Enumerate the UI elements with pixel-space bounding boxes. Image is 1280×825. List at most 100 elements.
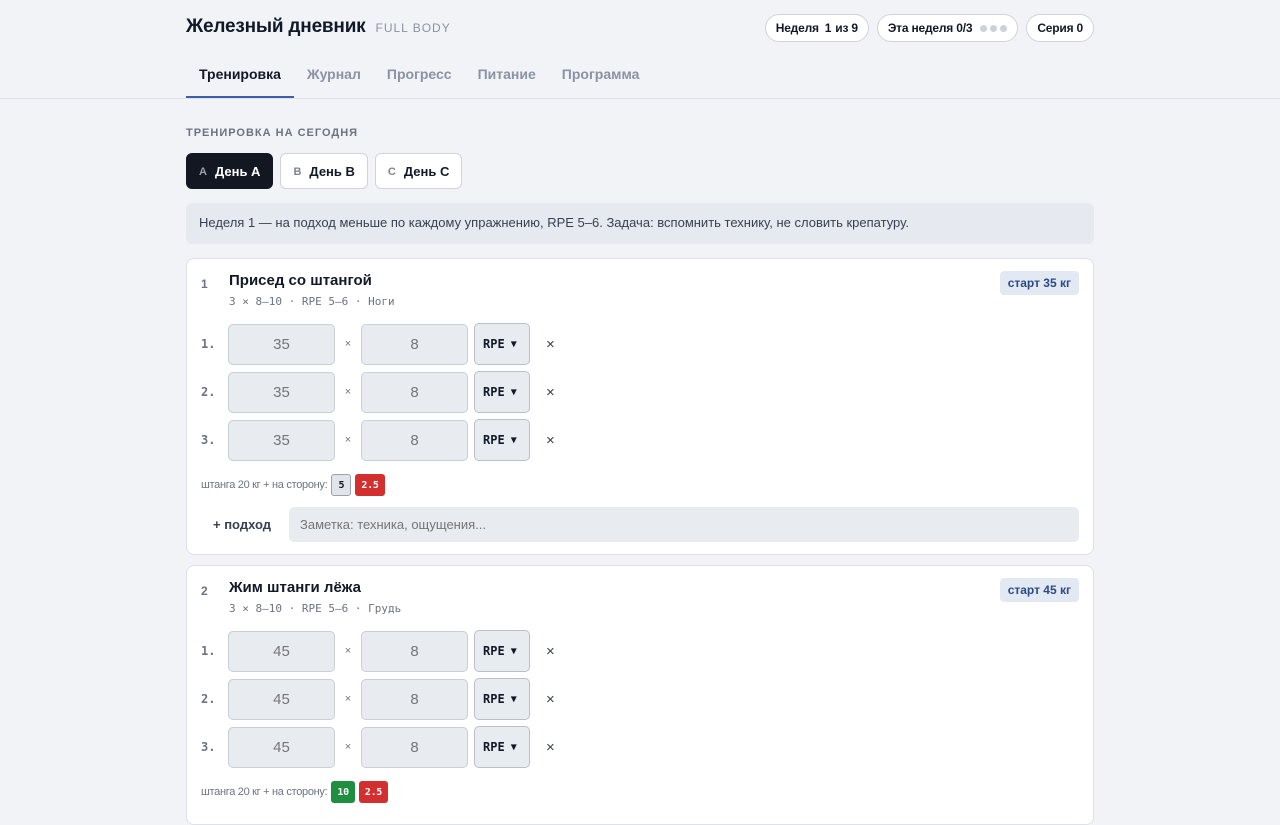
set-row: 3. × RPE ▼ × <box>201 726 555 768</box>
day-c-button[interactable]: C День C <box>374 153 463 189</box>
delete-set-button[interactable]: × <box>546 643 555 660</box>
day-label: День B <box>309 163 355 179</box>
plate-chip: 5 <box>331 474 352 496</box>
exercise-meta: 3 × 8–10 · RPE 5–6 · Ноги <box>229 295 395 308</box>
day-letter: A <box>199 166 207 178</box>
reps-input[interactable] <box>361 678 468 720</box>
chevron-down-icon: ▼ <box>510 645 517 657</box>
times-sign: × <box>344 693 352 705</box>
rpe-select[interactable]: RPE ▼ <box>474 323 530 365</box>
set-row: 2. × RPE ▼ × <box>201 371 555 413</box>
set-row: 1. × RPE ▼ × <box>201 323 555 365</box>
week-pill[interactable]: Неделя 1 из 9 <box>764 14 869 42</box>
times-sign: × <box>344 645 352 657</box>
weight-input[interactable] <box>228 323 335 365</box>
set-row: 1. × RPE ▼ × <box>201 630 555 672</box>
exercise-meta: 3 × 8–10 · RPE 5–6 · Грудь <box>229 602 402 615</box>
top-bar: Железный дневник FULL BODY Неделя 1 из 9… <box>0 0 1280 99</box>
set-index: 2. <box>201 692 216 706</box>
chevron-down-icon: ▼ <box>510 434 517 446</box>
plate-calculator: штанга 20 кг + на сторону: 5 2.5 <box>201 474 385 496</box>
times-sign: × <box>344 386 352 398</box>
times-sign: × <box>344 741 352 753</box>
section-label: ТРЕНИРОВКА НА СЕГОДНЯ <box>186 127 359 139</box>
exercise-card: 1 Присед со штангой 3 × 8–10 · RPE 5–6 ·… <box>186 258 1094 555</box>
reps-input[interactable] <box>361 726 468 768</box>
times-sign: × <box>344 434 352 446</box>
day-letter: C <box>387 166 396 178</box>
exercise-number: 1 <box>201 277 208 291</box>
set-row: 2. × RPE ▼ × <box>201 678 555 720</box>
streak-text: Серия 0 <box>1037 21 1083 35</box>
rpe-value: RPE <box>483 740 505 754</box>
rpe-select[interactable]: RPE ▼ <box>474 630 530 672</box>
exercise-name: Жим штанги лёжа <box>229 579 361 596</box>
rpe-value: RPE <box>483 337 505 351</box>
day-a-button[interactable]: A День A <box>186 153 274 189</box>
exercise-card: 2 Жим штанги лёжа 3 × 8–10 · RPE 5–6 · Г… <box>186 565 1094 825</box>
day-label: День C <box>403 163 450 179</box>
tab-journal[interactable]: Журнал <box>294 52 374 98</box>
main-tabs: Тренировка Журнал Прогресс Питание Прогр… <box>186 52 652 98</box>
tab-nutrition[interactable]: Питание <box>465 52 549 98</box>
streak-pill: Серия 0 <box>1026 14 1094 42</box>
reps-input[interactable] <box>361 630 468 672</box>
plates-label: штанга 20 кг + на сторону: <box>201 479 328 491</box>
progress-dot <box>1000 24 1008 32</box>
times-sign: × <box>344 338 352 350</box>
this-week-progress: Эта неделя 0/3 <box>887 21 973 35</box>
weight-input[interactable] <box>228 371 335 413</box>
rpe-select[interactable]: RPE ▼ <box>474 726 530 768</box>
set-row: 3. × RPE ▼ × <box>201 419 555 461</box>
status-pills: Неделя 1 из 9 Эта неделя 0/3 Серия 0 <box>764 14 1094 42</box>
rpe-value: RPE <box>483 385 505 399</box>
reps-input[interactable] <box>361 419 468 461</box>
week-total: из 9 <box>835 21 858 35</box>
start-weight-badge: старт 35 кг <box>999 271 1079 295</box>
start-weight-badge: старт 45 кг <box>999 578 1079 602</box>
delete-set-button[interactable]: × <box>546 336 555 353</box>
set-index: 3. <box>201 740 216 754</box>
add-set-button[interactable]: + подход <box>201 517 289 532</box>
week-progress-dots <box>980 24 1008 32</box>
progress-dot <box>990 24 998 32</box>
set-index: 1. <box>201 337 216 351</box>
day-letter: B <box>293 166 302 178</box>
delete-set-button[interactable]: × <box>546 691 555 708</box>
note-input[interactable] <box>289 507 1079 542</box>
chevron-down-icon: ▼ <box>510 741 517 753</box>
plate-chip: 2.5 <box>355 474 385 496</box>
week-number: 1 <box>824 21 832 35</box>
rpe-value: RPE <box>483 692 505 706</box>
tab-workout[interactable]: Тренировка <box>186 52 294 98</box>
reps-input[interactable] <box>361 323 468 365</box>
week-label: Неделя <box>775 21 819 35</box>
delete-set-button[interactable]: × <box>546 432 555 449</box>
week-notice: Неделя 1 — на подход меньше по каждому у… <box>186 203 1094 244</box>
delete-set-button[interactable]: × <box>546 739 555 756</box>
this-week-pill: Эта неделя 0/3 <box>876 14 1019 42</box>
day-label: День A <box>214 163 261 179</box>
weight-input[interactable] <box>228 726 335 768</box>
tab-program[interactable]: Программа <box>549 52 653 98</box>
delete-set-button[interactable]: × <box>546 384 555 401</box>
rpe-value: RPE <box>483 433 505 447</box>
card-footer: + подход <box>201 507 1079 542</box>
rpe-select[interactable]: RPE ▼ <box>474 678 530 720</box>
weight-input[interactable] <box>228 419 335 461</box>
day-b-button[interactable]: B День B <box>280 153 368 189</box>
set-index: 1. <box>201 644 216 658</box>
weight-input[interactable] <box>228 678 335 720</box>
tab-progress[interactable]: Прогресс <box>374 52 465 98</box>
rpe-select[interactable]: RPE ▼ <box>474 419 530 461</box>
program-subtitle: FULL BODY <box>375 21 451 35</box>
reps-input[interactable] <box>361 371 468 413</box>
chevron-down-icon: ▼ <box>510 338 517 350</box>
brand: Железный дневник FULL BODY <box>186 16 451 38</box>
exercise-number: 2 <box>201 584 208 598</box>
exercise-name: Присед со штангой <box>229 272 372 289</box>
progress-dot <box>980 24 988 32</box>
weight-input[interactable] <box>228 630 335 672</box>
app-title: Железный дневник <box>186 16 366 37</box>
rpe-select[interactable]: RPE ▼ <box>474 371 530 413</box>
